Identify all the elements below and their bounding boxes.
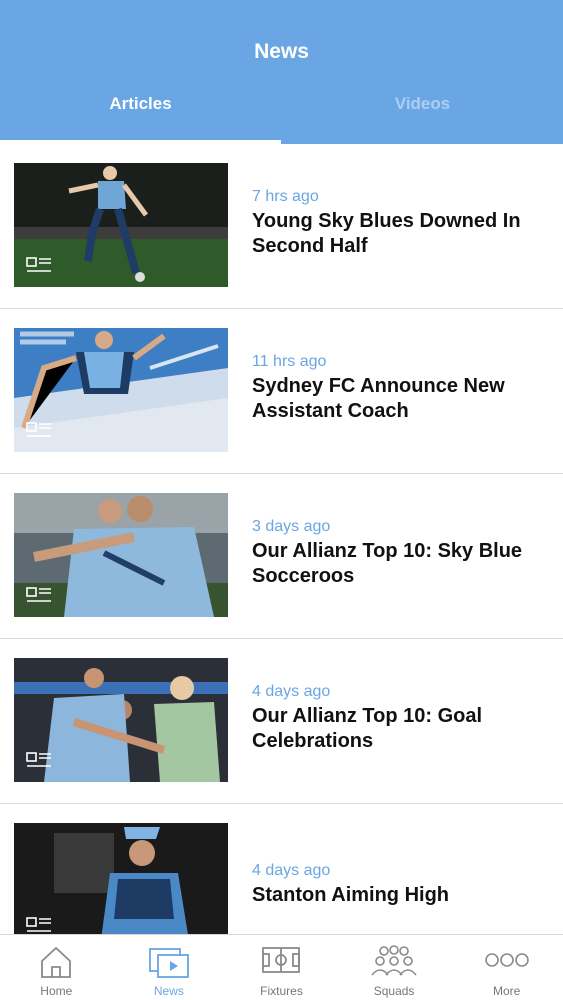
article-time: 7 hrs ago — [252, 188, 319, 205]
tab-articles[interactable]: Articles — [0, 94, 281, 114]
article-meta: 7 hrs ago Young Sky Blues Downed In Seco… — [252, 188, 547, 259]
nav-news[interactable]: News — [113, 935, 226, 1000]
nav-more-label: More — [493, 984, 521, 998]
article-thumbnail — [14, 163, 228, 287]
article-thumbnail — [14, 658, 228, 782]
nav-news-label: News — [153, 984, 184, 998]
article-icon — [26, 257, 51, 272]
more-icon — [484, 953, 529, 967]
article-title[interactable]: Young Sky Blues Downed In Second Half — [252, 209, 547, 259]
article-title[interactable]: Sydney FC Announce New Assistant Coach — [252, 374, 547, 424]
squad-icon — [371, 945, 417, 976]
article-row[interactable]: 4 days ago Our Allianz Top 10: Goal Cele… — [0, 639, 563, 804]
article-time: 4 days ago — [252, 683, 331, 700]
header: News Articles Videos — [0, 0, 563, 144]
article-title[interactable]: Our Allianz Top 10: Goal Celebrations — [252, 704, 547, 754]
pitch-icon — [262, 947, 301, 973]
article-time: 4 days ago — [252, 862, 331, 879]
article-row[interactable]: 11 hrs ago Sydney FC Announce New Assist… — [0, 309, 563, 474]
article-time: 3 days ago — [252, 518, 331, 535]
article-thumbnail — [14, 328, 228, 452]
article-title[interactable]: Stanton Aiming High — [252, 883, 547, 908]
nav-fixtures[interactable]: Fixtures — [225, 935, 338, 1000]
article-meta: 4 days ago Stanton Aiming High — [252, 862, 547, 908]
page-title: News — [254, 40, 309, 63]
article-icon — [26, 422, 51, 437]
article-meta: 4 days ago Our Allianz Top 10: Goal Cele… — [252, 683, 547, 754]
article-icon — [26, 587, 51, 602]
nav-fixtures-label: Fixtures — [260, 984, 303, 998]
bottom-nav: Home News Fixtures Squads More — [0, 934, 563, 1000]
article-list: 7 hrs ago Young Sky Blues Downed In Seco… — [0, 144, 563, 969]
nav-home-label: Home — [40, 984, 73, 998]
article-time: 11 hrs ago — [252, 353, 327, 370]
nav-squads-label: Squads — [373, 984, 415, 998]
article-row[interactable]: 3 days ago Our Allianz Top 10: Sky Blue … — [0, 474, 563, 639]
article-thumbnail — [14, 823, 228, 947]
nav-more[interactable]: More — [450, 935, 563, 1000]
news-icon — [148, 948, 189, 978]
article-meta: 11 hrs ago Sydney FC Announce New Assist… — [252, 353, 547, 424]
home-icon — [41, 946, 72, 978]
article-thumbnail — [14, 493, 228, 617]
nav-home[interactable]: Home — [0, 935, 113, 1000]
article-title[interactable]: Our Allianz Top 10: Sky Blue Socceroos — [252, 539, 547, 589]
article-icon — [26, 752, 51, 767]
article-row[interactable]: 7 hrs ago Young Sky Blues Downed In Seco… — [0, 144, 563, 309]
tab-videos[interactable]: Videos — [282, 94, 563, 114]
nav-squads[interactable]: Squads — [338, 935, 451, 1000]
article-meta: 3 days ago Our Allianz Top 10: Sky Blue … — [252, 518, 547, 589]
article-icon — [26, 917, 51, 932]
